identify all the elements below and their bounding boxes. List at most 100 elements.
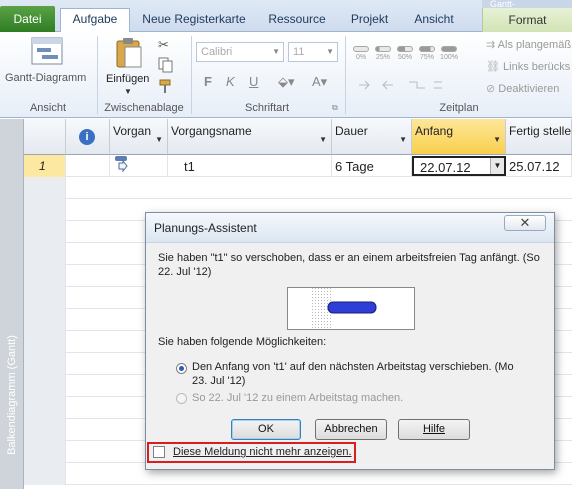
planning-wizard-dialog: Planungs-Assistent ✕ Sie haben "t1" so v… bbox=[145, 212, 555, 470]
tab-ansicht[interactable]: Ansicht bbox=[405, 9, 463, 32]
option-make-workday-label[interactable]: So 22. Jul '12 zu einem Arbeitstag mache… bbox=[192, 391, 403, 405]
font-family-value: Calibri bbox=[201, 46, 233, 58]
chevron-down-icon: ▼ bbox=[326, 47, 334, 56]
chevron-down-icon[interactable]: ▼ bbox=[319, 135, 327, 144]
close-button[interactable]: ✕ bbox=[504, 215, 546, 231]
cancel-button[interactable]: Abbrechen bbox=[315, 419, 387, 440]
cut-icon[interactable]: ✂ bbox=[158, 37, 174, 53]
task-name-cell[interactable]: t1 bbox=[168, 155, 332, 177]
tab-file[interactable]: Datei bbox=[0, 6, 55, 32]
font-size-combo[interactable]: 11 ▼ bbox=[288, 42, 338, 62]
row-number[interactable] bbox=[24, 397, 66, 419]
font-family-combo[interactable]: Calibri ▼ bbox=[196, 42, 284, 62]
paste-dropdown-icon[interactable]: ▼ bbox=[124, 87, 132, 96]
link-icon: ⛓ bbox=[486, 61, 500, 73]
header-duration[interactable]: Dauer ▼ bbox=[332, 119, 412, 155]
deactivate-button[interactable]: ⊘ Deaktivieren bbox=[486, 82, 559, 95]
paste-button[interactable]: Einfügen bbox=[106, 73, 149, 85]
deactivate-label: Deaktivieren bbox=[498, 83, 560, 95]
help-button[interactable]: Hilfe bbox=[398, 419, 470, 440]
select-all-corner[interactable] bbox=[24, 119, 66, 155]
tab-format[interactable]: Format bbox=[482, 8, 572, 32]
row-number[interactable] bbox=[24, 221, 66, 243]
row-number[interactable] bbox=[24, 243, 66, 265]
group-label-schriftart: Schriftart bbox=[244, 102, 289, 114]
row-number[interactable] bbox=[24, 177, 66, 199]
deactivate-icon: ⊘ bbox=[486, 83, 496, 95]
bold-button[interactable]: F bbox=[204, 74, 212, 89]
dont-show-checkbox[interactable] bbox=[153, 446, 165, 458]
header-indicators[interactable]: i bbox=[66, 119, 110, 155]
group-label-zeitplan: Zeitplan bbox=[439, 102, 479, 114]
option-move-start-radio[interactable] bbox=[176, 363, 187, 374]
table-row[interactable] bbox=[24, 177, 572, 199]
options-label: Sie haben folgende Möglichkeiten: bbox=[158, 336, 327, 348]
tab-neue-registerkarte[interactable]: Neue Registerkarte bbox=[138, 9, 250, 32]
header-predecessors[interactable]: Vorgan ▼ bbox=[110, 119, 168, 155]
row-indicator-cell[interactable] bbox=[66, 155, 110, 177]
row-number[interactable] bbox=[24, 199, 66, 221]
option-move-start-label[interactable]: Den Anfang von 't1' auf den nächsten Arb… bbox=[192, 360, 522, 388]
progress-75-icon[interactable] bbox=[419, 46, 435, 52]
format-painter-icon[interactable] bbox=[158, 78, 176, 94]
row-number[interactable] bbox=[24, 265, 66, 287]
row-number[interactable] bbox=[24, 309, 66, 331]
group-label-zwischenablage: Zwischenablage bbox=[104, 102, 184, 114]
row-number[interactable] bbox=[24, 419, 66, 441]
task-name-value: t1 bbox=[184, 159, 195, 174]
dialog-titlebar[interactable]: Planungs-Assistent ✕ bbox=[146, 213, 554, 243]
fill-color-icon[interactable]: ⬙▾ bbox=[278, 74, 295, 90]
start-date-field[interactable]: 22.07.12 ▼ bbox=[412, 156, 506, 176]
tab-aufgabe[interactable]: Aufgabe bbox=[60, 8, 130, 33]
row-number[interactable] bbox=[24, 331, 66, 353]
respect-links-label: Links berücks bbox=[503, 61, 571, 73]
chevron-down-icon[interactable]: ▼ bbox=[493, 135, 501, 144]
row-id: 1 bbox=[39, 159, 46, 173]
respect-links-button[interactable]: ⛓ Links berücks bbox=[486, 60, 570, 73]
row-predecessor-cell[interactable] bbox=[110, 155, 168, 177]
start-date-value: 22.07.12 bbox=[420, 160, 471, 175]
ribbon-tab-bar: Datei Aufgabe Neue Registerkarte Ressour… bbox=[0, 0, 572, 33]
progress-25-icon[interactable] bbox=[375, 46, 391, 52]
view-bar[interactable]: Balkendiagramm (Gantt) bbox=[0, 119, 24, 489]
gantt-chart-icon[interactable] bbox=[30, 36, 64, 68]
gantt-chart-button[interactable]: Gantt-Diagramm bbox=[5, 72, 86, 84]
progress-50-icon[interactable] bbox=[397, 46, 413, 52]
tab-projekt[interactable]: Projekt bbox=[342, 9, 397, 32]
header-task-name[interactable]: Vorgangsname ▼ bbox=[168, 119, 332, 155]
row-number[interactable] bbox=[24, 463, 66, 485]
header-start[interactable]: Anfang ▼ bbox=[412, 119, 506, 155]
table-row[interactable]: 1 t1 6 Tage 22.07.12 ▼ 25.07.12 bbox=[24, 155, 572, 177]
row-number[interactable] bbox=[24, 375, 66, 397]
chevron-down-icon[interactable]: ▼ bbox=[490, 158, 504, 174]
duration-cell[interactable]: 6 Tage bbox=[332, 155, 412, 177]
header-finish[interactable]: Fertig stelle bbox=[506, 119, 572, 155]
dont-show-label[interactable]: Diese Meldung nicht mehr anzeigen. bbox=[173, 445, 352, 459]
row-number[interactable] bbox=[24, 287, 66, 309]
highlight-box: Diese Meldung nicht mehr anzeigen. bbox=[147, 442, 356, 463]
context-tools-title: Gantt-Diagrammtools bbox=[482, 0, 572, 8]
paste-icon[interactable] bbox=[114, 36, 144, 70]
info-icon: i bbox=[79, 129, 95, 145]
finish-date-cell[interactable]: 25.07.12 bbox=[506, 155, 572, 177]
progress-100-label: 100% bbox=[440, 54, 458, 61]
chevron-down-icon[interactable]: ▼ bbox=[155, 135, 163, 144]
font-color-icon[interactable]: A▾ bbox=[312, 74, 327, 90]
progress-100-icon[interactable] bbox=[441, 46, 457, 52]
row-number[interactable] bbox=[24, 353, 66, 375]
option-make-workday-radio[interactable] bbox=[176, 393, 187, 404]
copy-icon[interactable] bbox=[158, 57, 176, 73]
ok-button[interactable]: OK bbox=[231, 419, 301, 440]
row-number[interactable]: 1 bbox=[24, 155, 66, 177]
progress-0-icon[interactable] bbox=[353, 46, 369, 52]
indent-outdent-icons[interactable] bbox=[356, 78, 456, 92]
chevron-down-icon[interactable]: ▼ bbox=[399, 135, 407, 144]
underline-button[interactable]: U bbox=[249, 74, 258, 89]
dialog-launcher-icon[interactable]: ⧉ bbox=[332, 103, 338, 113]
tab-ressource[interactable]: Ressource bbox=[262, 9, 332, 32]
mark-on-track-button[interactable]: ⇉ Als plangemäß bbox=[486, 38, 571, 51]
italic-button[interactable]: K bbox=[226, 74, 235, 89]
row-number[interactable] bbox=[24, 441, 66, 463]
progress-25-label: 25% bbox=[375, 54, 390, 61]
chevron-down-icon: ▼ bbox=[272, 47, 280, 56]
